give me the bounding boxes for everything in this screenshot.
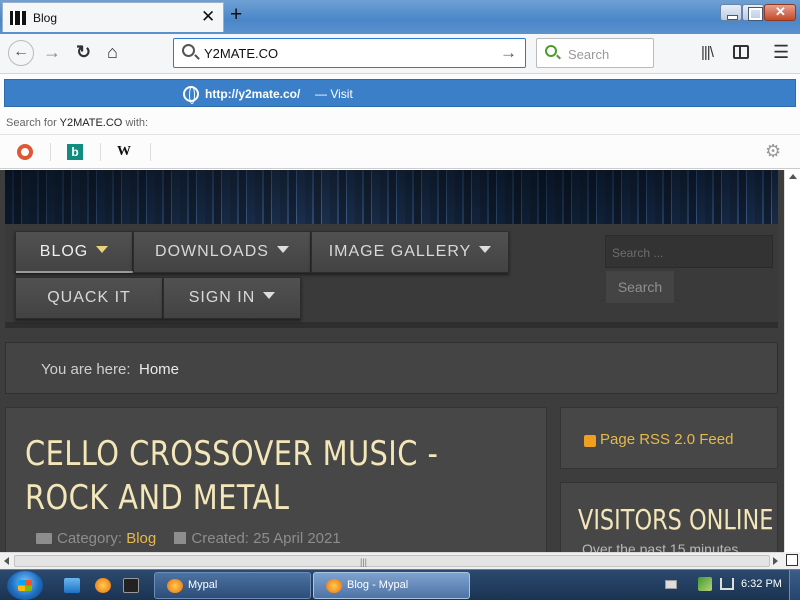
keyboard-icon[interactable]: [665, 580, 677, 589]
browser-tab-strip: Blog ✕ + ✕: [0, 0, 800, 34]
taskbar-button-blog-mypal[interactable]: Blog - Mypal: [313, 572, 470, 599]
visitors-title: VISITORS ONLINE: [578, 503, 774, 536]
navigation-toolbar: ← → ↻ ⌂ Y2MATE.CO → Search |||\ ☰: [0, 34, 800, 74]
bing-icon[interactable]: b: [67, 144, 83, 160]
library-icon[interactable]: |||\: [701, 43, 714, 63]
rss-feed-link[interactable]: Page RSS 2.0 Feed: [600, 431, 733, 448]
category-link[interactable]: Blog: [126, 530, 156, 547]
address-bar[interactable]: Y2MATE.CO →: [173, 38, 526, 68]
divider: [100, 143, 101, 161]
minimize-button[interactable]: [720, 4, 742, 21]
action-center-flag-icon[interactable]: [698, 577, 712, 591]
article-meta: Category: Blog Created: 25 April 2021: [36, 530, 341, 547]
caret-down-icon: [479, 246, 492, 253]
menu-item-sign-in[interactable]: SIGN IN: [163, 277, 301, 319]
tab-title: Blog: [33, 11, 58, 25]
reload-icon[interactable]: ↻: [76, 42, 91, 62]
close-icon: ✕: [775, 4, 786, 19]
search-placeholder: Search: [568, 47, 610, 62]
article-title[interactable]: CELLO CROSSOVER MUSIC - ROCK AND METAL: [25, 432, 450, 520]
menu-item-quack-it[interactable]: QUACK IT: [15, 277, 163, 319]
wikipedia-icon[interactable]: W: [117, 144, 133, 160]
gear-icon[interactable]: ⚙: [765, 141, 781, 162]
divider: [50, 143, 51, 161]
duckduckgo-icon[interactable]: [17, 144, 33, 160]
start-button[interactable]: [7, 571, 43, 600]
search-engine-icon: [545, 45, 557, 57]
go-arrow-icon[interactable]: →: [500, 43, 517, 63]
divider: [150, 143, 151, 161]
sidebar-toggle-icon[interactable]: [733, 45, 749, 59]
show-desktop-button[interactable]: [789, 570, 800, 600]
site-search-button[interactable]: Search: [605, 270, 675, 304]
tab-blog[interactable]: Blog ✕: [2, 2, 224, 32]
visit-label: — Visit: [315, 87, 353, 101]
article-card: CELLO CROSSOVER MUSIC - ROCK AND METAL C…: [5, 407, 547, 552]
menu-item-image-gallery[interactable]: IMAGE GALLERY: [311, 231, 509, 273]
system-clock[interactable]: 6:32 PM: [741, 578, 782, 590]
breadcrumb-home-link[interactable]: Home: [139, 361, 179, 378]
hamburger-menu-icon[interactable]: ☰: [773, 42, 789, 62]
address-input[interactable]: Y2MATE.CO: [204, 46, 278, 61]
search-icon: [182, 44, 195, 57]
browser-search-box[interactable]: Search: [536, 38, 654, 68]
folder-icon: [36, 533, 52, 544]
visit-url: http://y2mate.co/: [205, 87, 301, 101]
active-underline: [16, 271, 134, 273]
site-search-input[interactable]: Search ...: [605, 235, 773, 268]
scroll-right-icon[interactable]: [773, 557, 778, 565]
mypal-icon: [326, 579, 342, 593]
visitors-online-module: VISITORS ONLINE Over the past 15 minutes: [560, 482, 778, 552]
scrollbar-thumb[interactable]: |||: [14, 555, 770, 567]
rss-module: Page RSS 2.0 Feed: [560, 407, 778, 469]
site-navigation: BLOG DOWNLOADS IMAGE GALLERY QUACK IT SI…: [5, 224, 778, 328]
scrollbar-corner: [784, 552, 800, 569]
vertical-scrollbar[interactable]: [784, 170, 800, 552]
maximize-button[interactable]: [742, 4, 764, 21]
browser-quicklaunch-icon[interactable]: [95, 578, 111, 593]
new-tab-icon[interactable]: +: [230, 4, 242, 26]
home-icon[interactable]: ⌂: [107, 42, 118, 62]
caret-down-icon: [96, 246, 109, 253]
media-player-icon[interactable]: [123, 578, 139, 593]
rss-icon: [584, 435, 596, 447]
web-page-content: BLOG DOWNLOADS IMAGE GALLERY QUACK IT SI…: [0, 170, 784, 552]
visitors-subtitle: Over the past 15 minutes: [582, 541, 739, 552]
close-tab-icon[interactable]: ✕: [201, 8, 215, 26]
menu-item-downloads[interactable]: DOWNLOADS: [133, 231, 311, 273]
created-date: Created: 25 April 2021: [191, 530, 341, 547]
mypal-icon: [167, 579, 183, 593]
explorer-icon[interactable]: [64, 578, 80, 593]
breadcrumb-prefix: You are here:: [41, 361, 131, 378]
taskbar: Mypal Blog - Mypal 6:32 PM: [0, 569, 800, 600]
search-for-label: Search for Y2MATE.CO with:: [6, 117, 149, 129]
scroll-up-icon[interactable]: [789, 174, 797, 179]
visit-suggestion-row[interactable]: http://y2mate.co/ — Visit: [4, 79, 796, 107]
globe-icon: [183, 86, 199, 104]
one-off-search-engines: b W ⚙: [0, 134, 800, 169]
calendar-icon: [174, 532, 187, 544]
horizontal-scrollbar[interactable]: |||: [0, 552, 784, 569]
network-icon[interactable]: [720, 578, 734, 590]
header-banner-image: [5, 170, 778, 224]
caret-down-icon: [276, 246, 289, 253]
url-autocomplete-dropdown: http://y2mate.co/ — Visit Search for Y2M…: [0, 74, 800, 169]
close-window-button[interactable]: ✕: [764, 4, 796, 21]
caret-down-icon: [263, 292, 276, 299]
breadcrumb: You are here: Home: [5, 342, 778, 394]
scroll-left-icon[interactable]: [4, 557, 9, 565]
site-favicon-icon: [10, 11, 26, 25]
back-arrow-icon[interactable]: ←: [8, 40, 34, 66]
grip-icon: |||: [360, 557, 368, 567]
taskbar-button-mypal[interactable]: Mypal: [154, 572, 311, 599]
forward-arrow-icon[interactable]: →: [43, 42, 61, 62]
menu-item-blog[interactable]: BLOG: [15, 231, 134, 273]
